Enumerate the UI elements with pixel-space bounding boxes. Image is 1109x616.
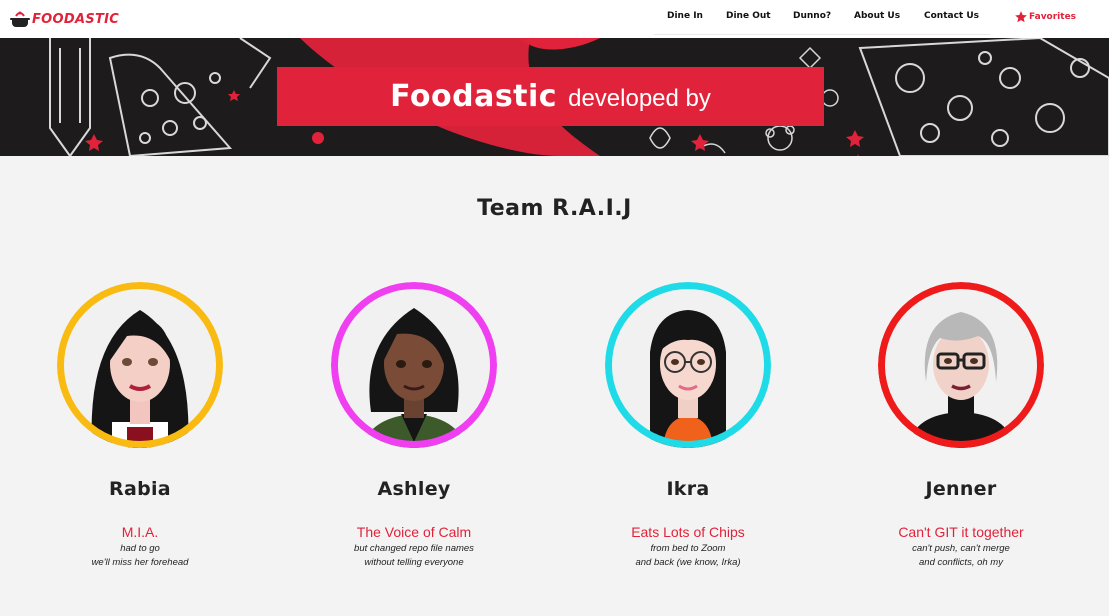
member-description: can't push, can't merge and conflicts, o…	[861, 542, 1061, 570]
member-desc-line: without telling everyone	[364, 557, 464, 568]
nav-about-us[interactable]: About Us	[854, 11, 900, 21]
member-description: had to go we'll miss her forehead	[40, 542, 240, 570]
brand-logo[interactable]: FOODASTIC	[10, 7, 119, 31]
favorites-link[interactable]: Favorites	[1014, 10, 1076, 24]
avatar-ring	[57, 282, 223, 448]
member-name: Ikra	[666, 478, 710, 500]
member-role: Eats Lots of Chips	[631, 524, 745, 540]
avatar-ring	[878, 282, 1044, 448]
member-name: Jenner	[925, 478, 997, 500]
member-role: The Voice of Calm	[356, 524, 472, 540]
team-member-card: Jenner Can't GIT it together can't push,…	[861, 282, 1061, 570]
avatar-ring	[605, 282, 771, 448]
team-member-card: Rabia M.I.A. had to go we'll miss her fo…	[40, 282, 240, 570]
member-desc-line: but changed repo file names	[354, 543, 474, 554]
member-name: Ashley	[377, 478, 451, 500]
hero-brand: Foodastic	[390, 79, 558, 114]
hero-banner: Foodastic developed by	[0, 38, 1109, 156]
avatar	[878, 282, 1044, 448]
hero-subtitle: developed by	[568, 85, 711, 112]
member-role: M.I.A.	[121, 524, 159, 540]
member-desc-line: can't push, can't merge	[912, 543, 1010, 554]
star-icon	[1015, 11, 1027, 23]
avatar	[605, 282, 771, 448]
member-description: from bed to Zoom and back (we know, Irka…	[588, 542, 788, 570]
member-role: Can't GIT it together	[898, 524, 1024, 540]
nav-contact-us[interactable]: Contact Us	[924, 11, 979, 21]
member-desc-line: we'll miss her forehead	[91, 557, 189, 568]
nav-dunno[interactable]: Dunno?	[793, 11, 831, 21]
nav-dine-out[interactable]: Dine Out	[726, 11, 771, 21]
team-member-card: Ikra Eats Lots of Chips from bed to Zoom…	[588, 282, 788, 570]
member-desc-line: and conflicts, oh my	[919, 557, 1003, 568]
favorites-label: Favorites	[1029, 12, 1077, 22]
hero-title-box: Foodastic developed by	[277, 67, 824, 126]
avatar	[331, 282, 497, 448]
member-name: Rabia	[109, 478, 171, 500]
team-member-card: Ashley The Voice of Calm but changed rep…	[314, 282, 514, 570]
nav-links: Dine In Dine Out Dunno? About Us Contact…	[654, 0, 990, 35]
avatar-ring	[331, 282, 497, 448]
team-title: Team R.A.I.J	[477, 196, 632, 221]
member-desc-line: and back (we know, Irka)	[635, 557, 741, 568]
cooking-pot-icon	[10, 11, 30, 27]
avatar	[57, 282, 223, 448]
navbar: FOODASTIC Dine In Dine Out Dunno? About …	[0, 0, 1109, 38]
member-desc-line: had to go	[120, 543, 160, 554]
nav-dine-in[interactable]: Dine In	[667, 11, 703, 21]
member-description: but changed repo file names without tell…	[314, 542, 514, 570]
brand-name: FOODASTIC	[32, 11, 120, 27]
member-desc-line: from bed to Zoom	[650, 543, 726, 554]
